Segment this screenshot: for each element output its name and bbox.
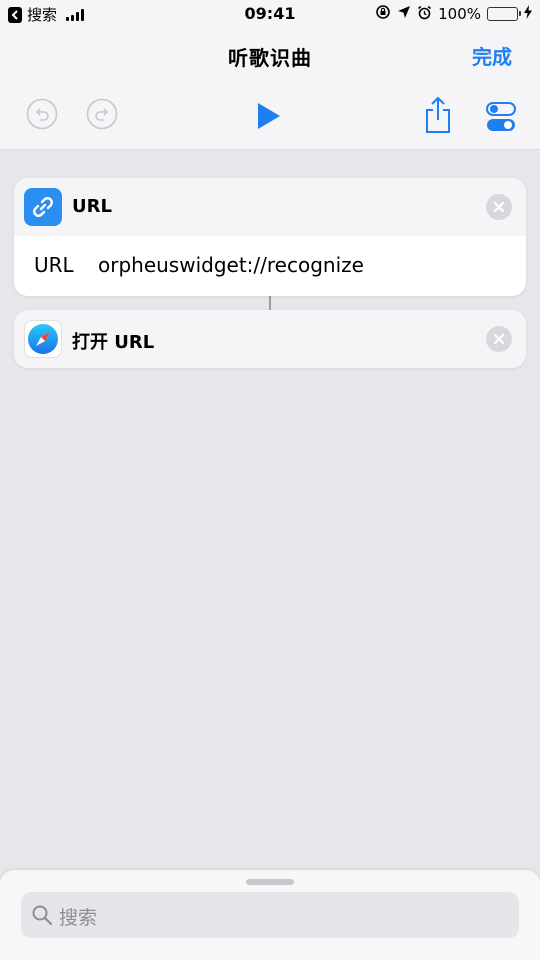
orientation-lock-icon bbox=[375, 4, 391, 24]
settings-toggle-button[interactable] bbox=[486, 102, 516, 136]
action-card-open-url[interactable]: 打开 URL bbox=[14, 310, 526, 368]
play-icon bbox=[258, 103, 280, 129]
done-button[interactable]: 完成 bbox=[472, 41, 512, 70]
remove-action-button[interactable] bbox=[486, 194, 512, 220]
action-connector bbox=[269, 296, 271, 310]
alarm-icon bbox=[417, 5, 432, 24]
link-icon bbox=[24, 188, 62, 226]
close-icon bbox=[493, 201, 505, 213]
safari-compass-icon bbox=[24, 320, 62, 358]
redo-icon bbox=[86, 98, 118, 130]
battery-percent: 100% bbox=[438, 5, 481, 23]
action-title: URL bbox=[72, 196, 112, 217]
action-card-url[interactable]: URL URL orpheuswidget://recognize bbox=[14, 178, 526, 296]
undo-button[interactable] bbox=[26, 98, 58, 134]
url-parameter-label: URL bbox=[34, 253, 74, 277]
status-bar: 搜索 09:41 100% bbox=[0, 0, 540, 28]
search-field[interactable]: 搜索 bbox=[21, 892, 519, 938]
share-icon bbox=[426, 96, 450, 133]
search-placeholder: 搜索 bbox=[59, 907, 98, 929]
action-title: 打开 URL bbox=[72, 332, 155, 353]
location-arrow-icon bbox=[397, 5, 411, 23]
actions-search-sheet: 搜索 bbox=[0, 870, 540, 960]
toggle-settings-icon bbox=[486, 102, 516, 131]
battery-icon bbox=[487, 7, 521, 21]
close-icon bbox=[493, 333, 505, 345]
search-icon bbox=[31, 904, 53, 930]
remove-action-button[interactable] bbox=[486, 326, 512, 352]
sheet-grabber[interactable] bbox=[246, 879, 294, 885]
share-button[interactable] bbox=[424, 96, 452, 138]
charging-bolt-icon bbox=[524, 5, 532, 23]
page-title: 听歌识曲 bbox=[228, 46, 312, 70]
url-parameter-row[interactable]: URL orpheuswidget://recognize bbox=[14, 236, 526, 296]
url-parameter-value[interactable]: orpheuswidget://recognize bbox=[98, 253, 364, 277]
navigation-bar: 听歌识曲 完成 bbox=[0, 28, 540, 150]
run-button[interactable] bbox=[256, 102, 282, 134]
redo-button[interactable] bbox=[86, 98, 118, 134]
undo-icon bbox=[26, 98, 58, 130]
